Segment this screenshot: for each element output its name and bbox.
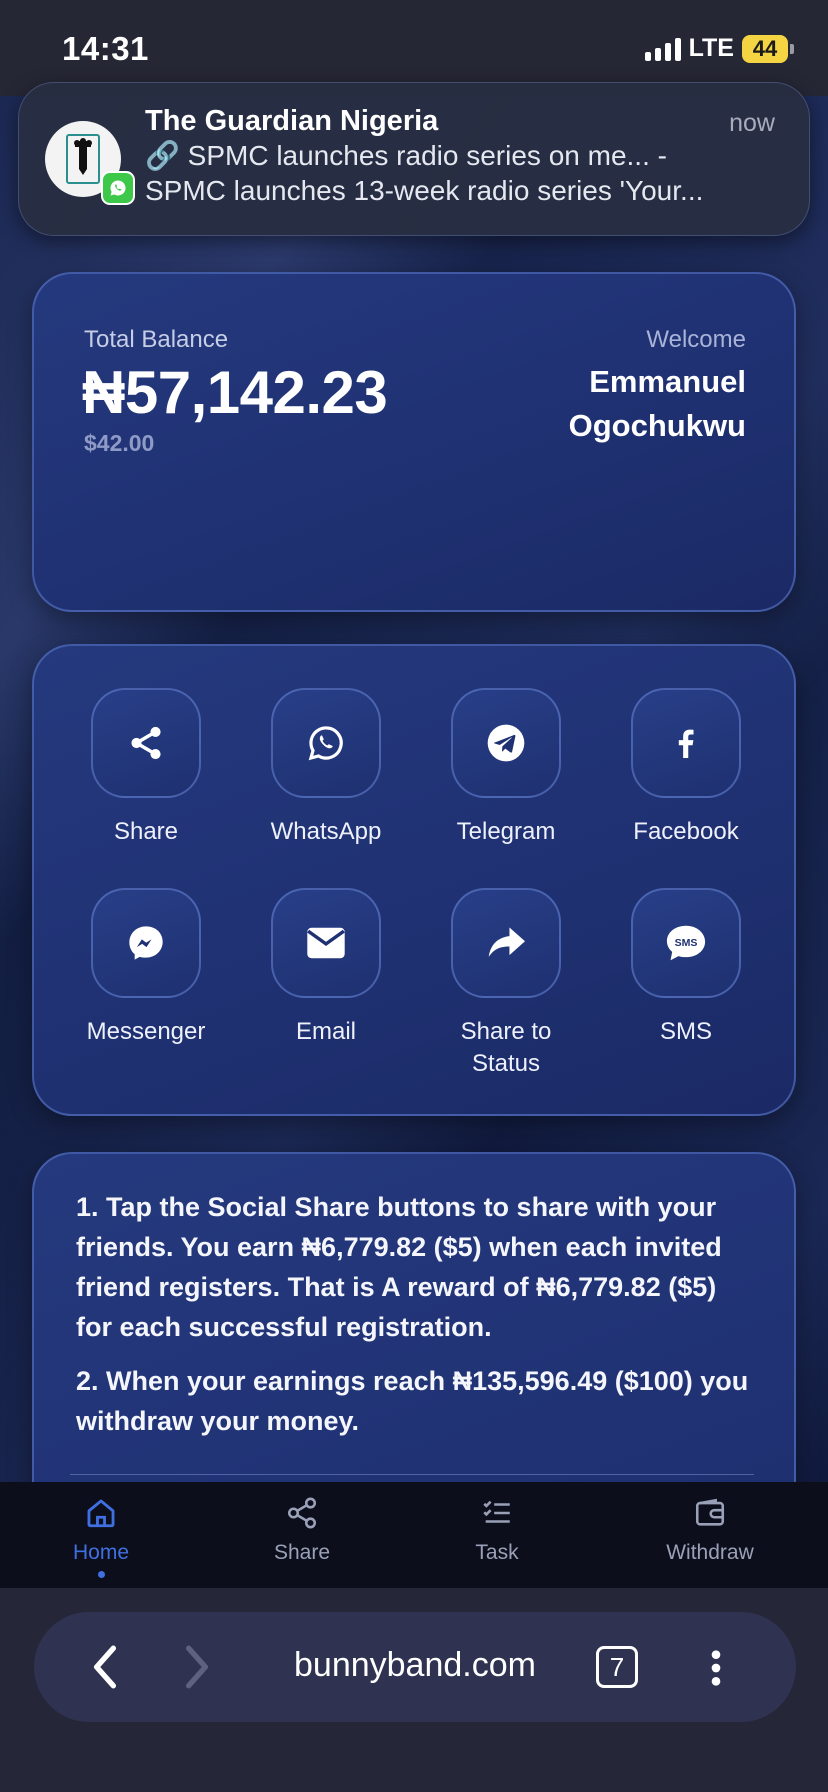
sms-icon-text: SMS	[675, 937, 698, 949]
email-button[interactable]	[271, 888, 381, 998]
user-first-name: Emmanuel	[589, 364, 746, 399]
nav-withdraw[interactable]: Withdraw	[640, 1496, 780, 1565]
nav-withdraw-label: Withdraw	[666, 1541, 754, 1564]
telegram-icon	[487, 724, 525, 762]
notification-time: now	[729, 109, 775, 137]
share-option-telegram[interactable]: Telegram	[416, 688, 596, 848]
balance-amount: ₦57,142.23	[82, 359, 388, 426]
share-status-button[interactable]	[451, 888, 561, 998]
share-option-messenger[interactable]: Messenger	[56, 888, 236, 1048]
facebook-label: Facebook	[633, 818, 739, 845]
instructions-text: 1. Tap the Social Share buttons to share…	[76, 1188, 750, 1456]
nav-task-label: Task	[475, 1541, 519, 1564]
address-bar[interactable]: bunnyband.com 7	[34, 1612, 796, 1722]
whatsapp-label: WhatsApp	[270, 818, 382, 845]
telegram-button[interactable]	[451, 688, 561, 798]
telegram-label: Telegram	[456, 818, 556, 845]
whatsapp-badge-icon	[101, 171, 135, 205]
messenger-icon	[129, 926, 163, 960]
notification-line-1: 🔗 SPMC launches radio series on me... -	[145, 140, 667, 171]
browser-toolbar: bunnyband.com 7	[0, 1588, 828, 1792]
share-option-status[interactable]: Share to Status	[416, 888, 596, 1081]
task-list-icon	[483, 1500, 510, 1523]
battery-nub	[790, 43, 794, 54]
share-arrow-icon	[488, 927, 525, 957]
email-label: Email	[295, 1018, 356, 1045]
sms-label: SMS	[659, 1018, 712, 1045]
messenger-button[interactable]	[91, 888, 201, 998]
envelope-icon	[307, 927, 345, 959]
share-icon	[287, 1497, 317, 1529]
bottom-navigation: Home Share Task Withdraw	[0, 1482, 828, 1588]
network-type: LTE	[688, 34, 734, 62]
more-options-icon[interactable]	[710, 1648, 722, 1688]
share-options-card: Share WhatsApp Telegram Facebook Messeng…	[32, 644, 796, 1116]
whatsapp-icon	[308, 726, 343, 761]
whatsapp-button[interactable]	[271, 688, 381, 798]
instruction-2: 2. When your earnings reach ₦135,596.49 …	[76, 1365, 749, 1436]
nav-home[interactable]: Home	[31, 1496, 171, 1578]
home-icon	[87, 1499, 115, 1528]
sms-icon: SMS	[666, 925, 706, 961]
notification-app-icon	[45, 121, 135, 205]
balance-usd: $42.00	[84, 430, 155, 456]
battery-icon: 44	[742, 34, 788, 63]
nav-share-label: Share	[273, 1541, 331, 1564]
notification-banner[interactable]: The Guardian Nigeria now 🔗 SPMC launches…	[18, 82, 810, 236]
share-option-share[interactable]: Share	[56, 688, 236, 848]
user-last-name: Ogochukwu	[568, 408, 746, 444]
balance-card: Total Balance ₦57,142.23 $42.00 Welcome …	[32, 272, 796, 612]
clock: 14:31	[62, 30, 149, 67]
balance-label: Total Balance	[84, 326, 229, 353]
share-status-label-line1: Share to	[460, 1018, 552, 1045]
signal-icon	[644, 37, 681, 61]
welcome-label: Welcome	[646, 326, 746, 353]
nav-share[interactable]: Share	[232, 1496, 372, 1565]
share-status-label-line2: Status	[471, 1050, 541, 1078]
share-option-facebook[interactable]: Facebook	[596, 688, 776, 848]
facebook-icon	[678, 729, 694, 758]
tabs-button[interactable]: 7	[596, 1646, 638, 1688]
nav-home-label: Home	[72, 1541, 130, 1564]
notification-line-2: SPMC launches 13-week radio series 'Your…	[145, 175, 704, 206]
share-label: Share	[113, 818, 179, 845]
active-indicator	[97, 1571, 105, 1578]
notification-title: The Guardian Nigeria	[145, 105, 439, 137]
status-indicators: LTE 44	[644, 34, 794, 63]
share-option-sms[interactable]: SMS SMS	[596, 888, 776, 1048]
wallet-icon	[695, 1498, 725, 1526]
divider	[70, 1474, 754, 1475]
nav-task[interactable]: Task	[427, 1496, 567, 1565]
messenger-label: Messenger	[86, 1018, 206, 1045]
share-nodes-icon	[131, 726, 161, 760]
share-status-label: Share to Status	[416, 1016, 596, 1081]
facebook-button[interactable]	[631, 688, 741, 798]
share-option-email[interactable]: Email	[236, 888, 416, 1048]
share-button[interactable]	[91, 688, 201, 798]
instruction-1: 1. Tap the Social Share buttons to share…	[76, 1192, 722, 1342]
url-text[interactable]: bunnyband.com	[34, 1646, 796, 1685]
user-name: Emmanuel Ogochukwu	[569, 360, 746, 448]
sms-button[interactable]: SMS	[631, 888, 741, 998]
share-option-whatsapp[interactable]: WhatsApp	[236, 688, 416, 848]
